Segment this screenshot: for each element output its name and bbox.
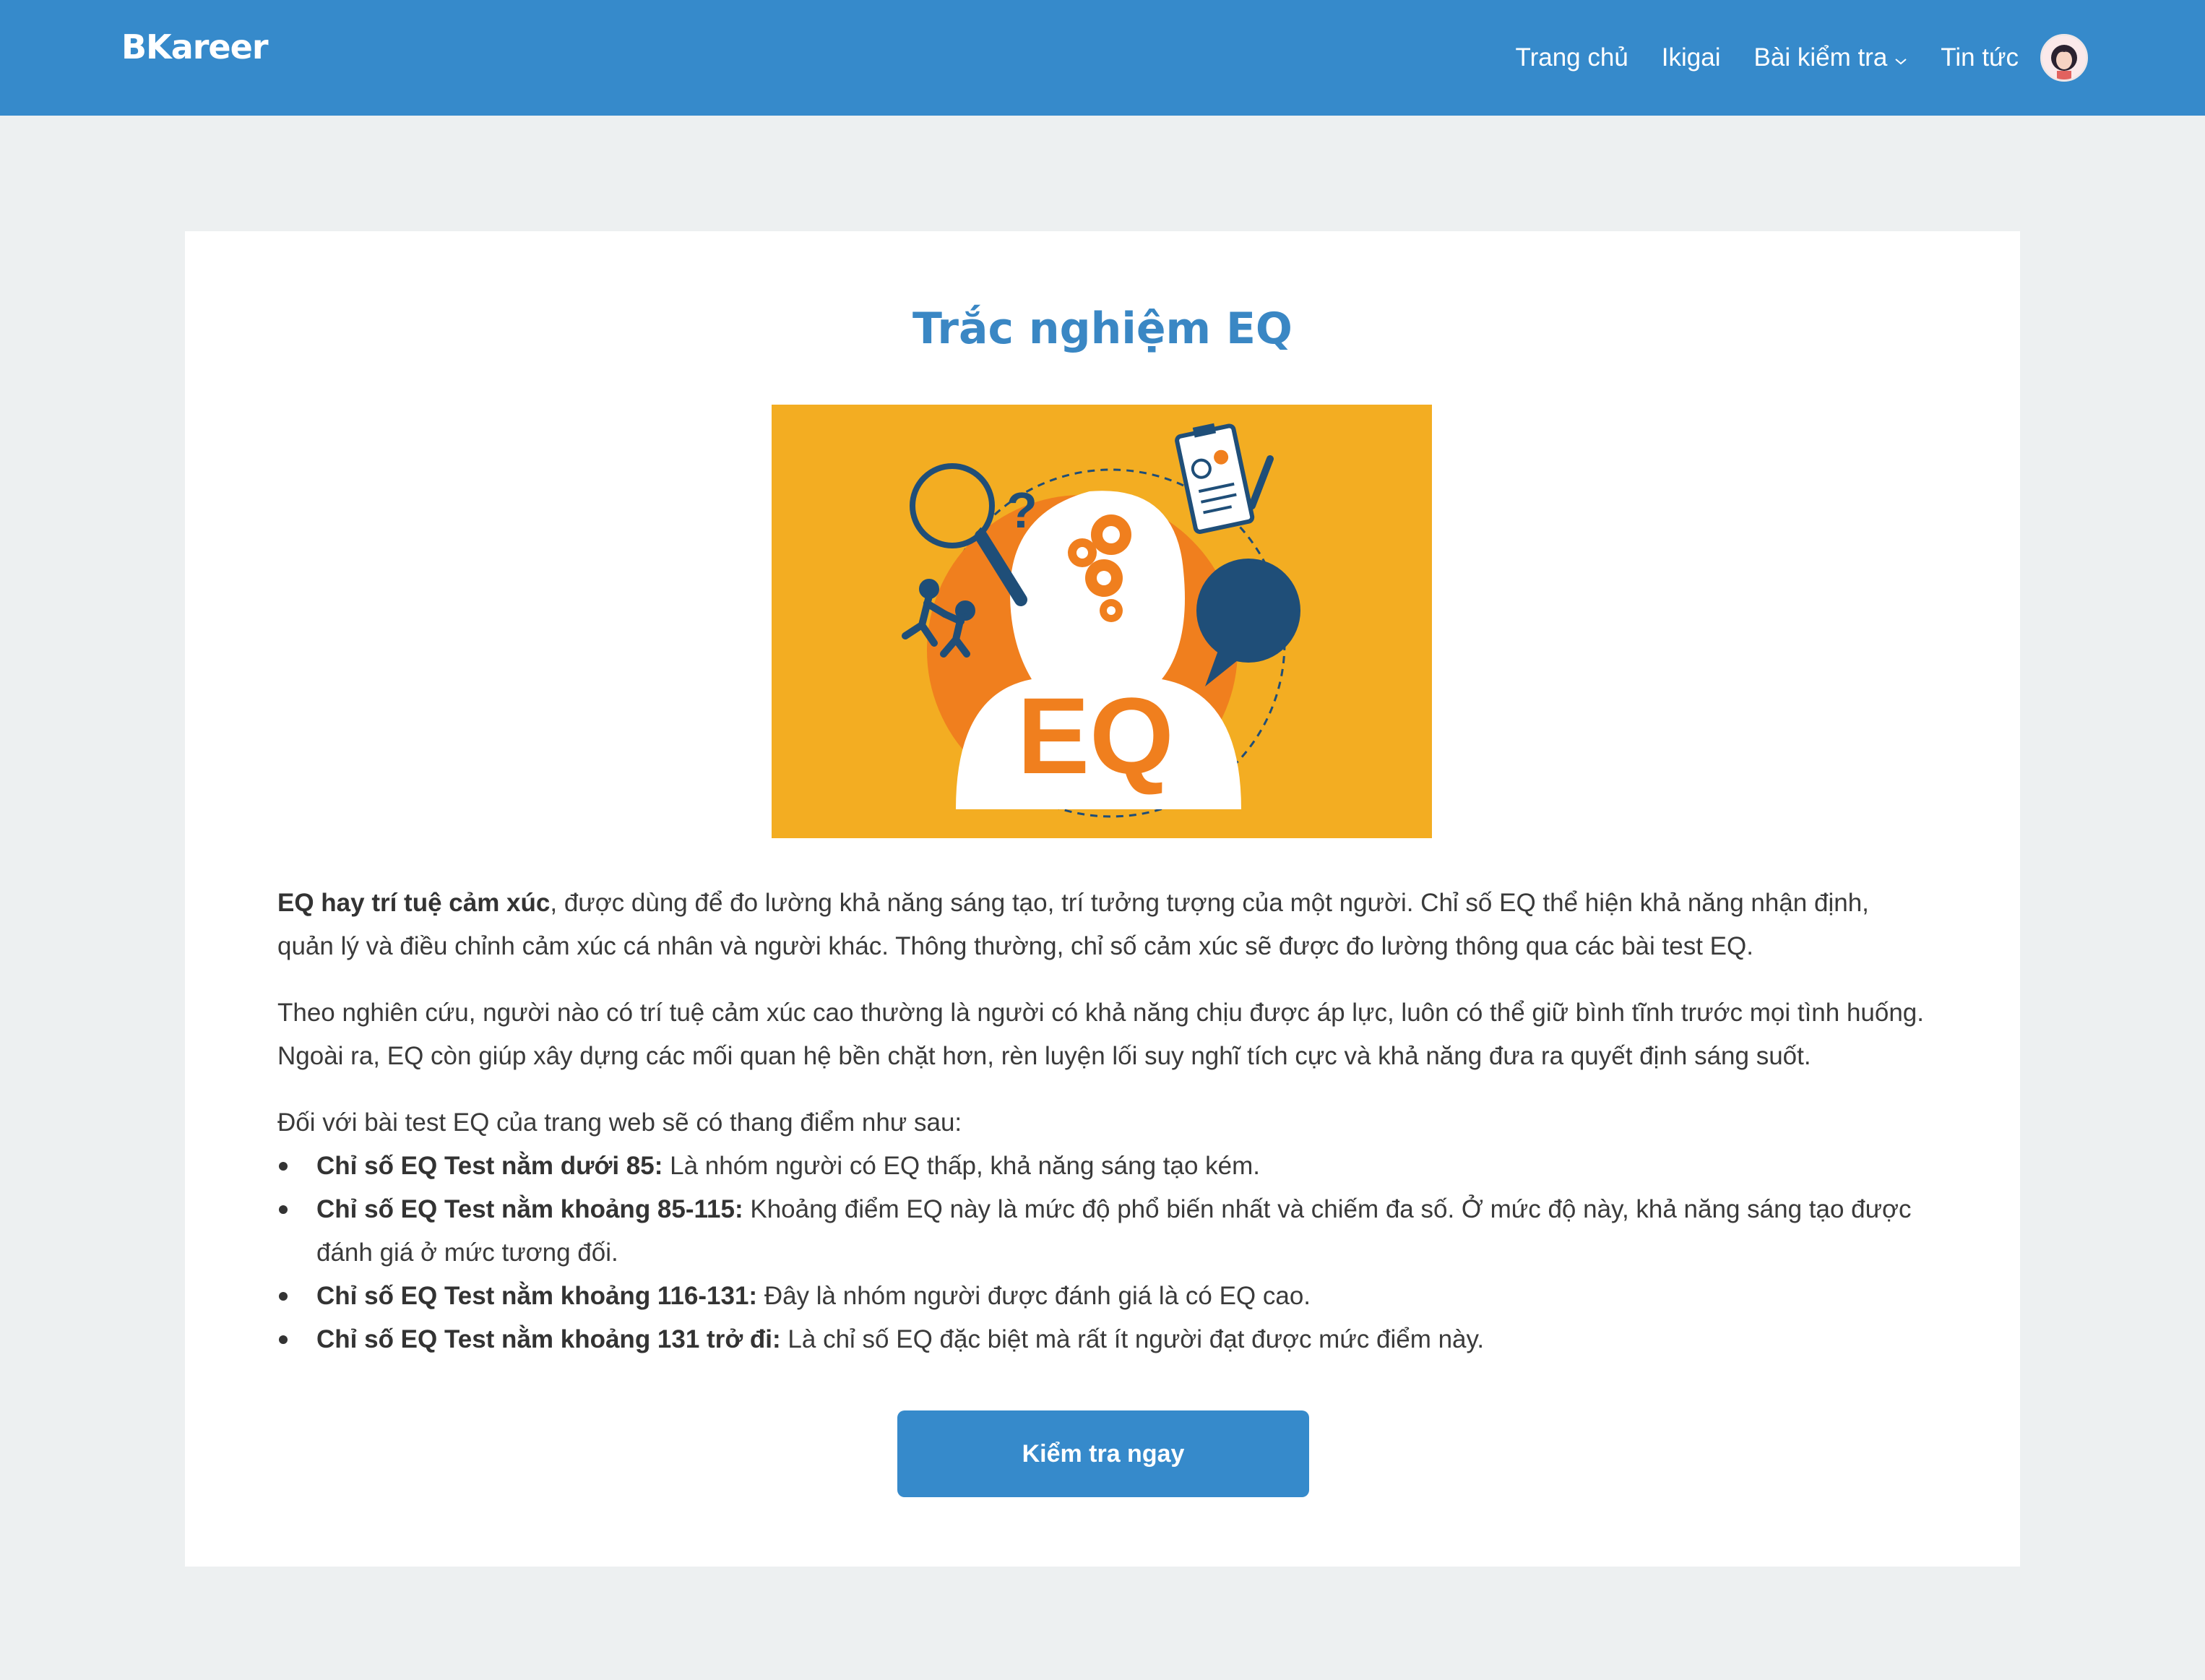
article-body: EQ hay trí tuệ cảm xúc, được dùng để đo … bbox=[277, 882, 1932, 1361]
nav-link-label: Trang chủ bbox=[1515, 43, 1628, 72]
nav-link-news[interactable]: Tin tức bbox=[1941, 43, 2019, 72]
nav-menu: Trang chủ Ikigai Bài kiểm tra Tin tức bbox=[1483, 32, 2088, 84]
list-item-text: Là nhóm người có EQ thấp, khả năng sáng … bbox=[663, 1152, 1260, 1180]
list-item: Chỉ số EQ Test nằm dưới 85: Là nhóm ngườ… bbox=[277, 1145, 1932, 1188]
research-paragraph: Theo nghiên cứu, người nào có trí tuệ cả… bbox=[277, 999, 1924, 1070]
avatar-icon bbox=[2042, 36, 2086, 79]
svg-text:?: ? bbox=[1006, 482, 1037, 538]
start-test-button[interactable]: Kiểm tra ngay bbox=[897, 1410, 1309, 1497]
scale-intro: Đối với bài test EQ của trang web sẽ có … bbox=[277, 1108, 962, 1137]
intro-bold: EQ hay trí tuệ cảm xúc bbox=[277, 889, 551, 917]
list-item-text: Đây là nhóm người được đánh giá là có EQ… bbox=[757, 1282, 1311, 1310]
nav-link-ikigai[interactable]: Ikigai bbox=[1662, 43, 1721, 72]
user-avatar[interactable] bbox=[2040, 34, 2088, 82]
intro-paragraph: EQ hay trí tuệ cảm xúc, được dùng để đo … bbox=[277, 882, 1932, 968]
list-item: Chỉ số EQ Test nằm khoảng 131 trở đi: Là… bbox=[277, 1318, 1932, 1361]
nav-dropdown-tests[interactable]: Bài kiểm tra bbox=[1754, 43, 1908, 72]
list-item-label: Chỉ số EQ Test nằm khoảng 85-115: bbox=[316, 1195, 743, 1223]
content-card: Trắc nghiệm EQ EQ ? EQ hay trí tuệ cảm x… bbox=[185, 231, 2020, 1567]
hero-eq-text: EQ bbox=[1017, 675, 1174, 796]
list-item-label: Chỉ số EQ Test nằm khoảng 131 trở đi: bbox=[316, 1325, 781, 1353]
brand-logo[interactable]: BKareer bbox=[121, 27, 269, 66]
eq-hero-image: EQ ? bbox=[772, 405, 1432, 838]
page-title: Trắc nghiệm EQ bbox=[912, 303, 1293, 354]
nav-link-label: Bài kiểm tra bbox=[1753, 43, 1888, 72]
list-item-label: Chỉ số EQ Test nằm dưới 85: bbox=[316, 1152, 663, 1180]
nav-link-label: Ikigai bbox=[1661, 43, 1721, 72]
nav-link-home[interactable]: Trang chủ bbox=[1516, 43, 1628, 72]
top-navbar: BKareer Trang chủ Ikigai Bài kiểm tra Ti… bbox=[0, 0, 2205, 116]
chevron-down-icon bbox=[1894, 43, 1907, 72]
list-item-label: Chỉ số EQ Test nằm khoảng 116-131: bbox=[316, 1282, 758, 1310]
list-item: Chỉ số EQ Test nằm khoảng 85-115: Khoảng… bbox=[277, 1188, 1932, 1275]
list-item: Chỉ số EQ Test nằm khoảng 116-131: Đây l… bbox=[277, 1275, 1932, 1318]
score-scale-list: Chỉ số EQ Test nằm dưới 85: Là nhóm ngườ… bbox=[277, 1145, 1932, 1361]
list-item-text: Là chỉ số EQ đặc biệt mà rất ít người đạ… bbox=[780, 1325, 1485, 1353]
nav-link-label: Tin tức bbox=[1941, 43, 2019, 72]
